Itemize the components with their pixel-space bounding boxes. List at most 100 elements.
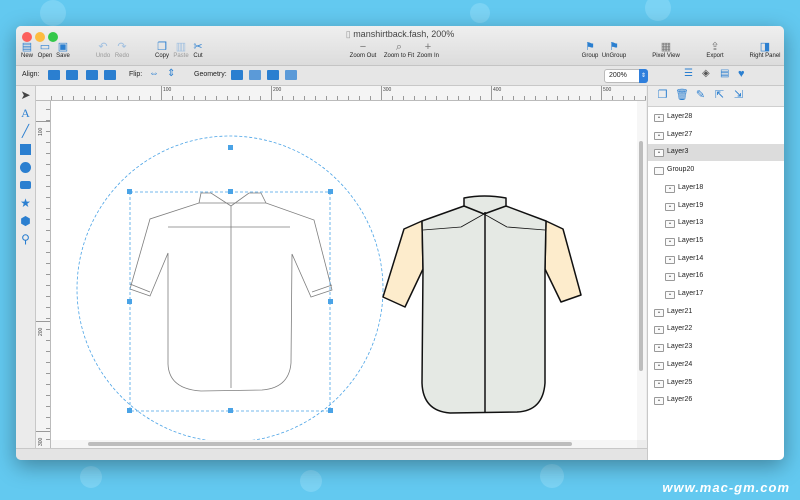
flip-horizontal-icon[interactable]: ⇔ xyxy=(149,68,161,79)
group-button[interactable]: ⚑ Group xyxy=(581,41,599,59)
flip-vertical-icon[interactable]: ⇕ xyxy=(167,68,179,79)
layer-row[interactable]: • Layer23 xyxy=(648,339,784,356)
new-button[interactable]: ▤ New xyxy=(20,41,34,59)
layer-row[interactable]: • Layer25 xyxy=(648,375,784,392)
scroll-thumb[interactable] xyxy=(639,141,643,371)
cut-button[interactable]: ✂ Cut xyxy=(191,41,205,59)
eye-visibility-icon[interactable]: • xyxy=(665,255,675,264)
eye-visibility-icon[interactable]: • xyxy=(665,184,675,193)
eye-visibility-icon[interactable]: • xyxy=(665,237,675,246)
pen-icon[interactable]: ✎ xyxy=(694,89,707,102)
layer-row[interactable]: • Layer14 xyxy=(648,251,784,268)
ruler-tick xyxy=(46,307,50,308)
eye-visibility-icon[interactable]: • xyxy=(665,273,675,282)
rectangle-tool-icon[interactable] xyxy=(19,143,32,156)
layer-row[interactable]: • Layer3 xyxy=(648,144,784,162)
eye-visibility-icon[interactable]: • xyxy=(654,344,664,353)
heart-icon[interactable]: ♥ xyxy=(738,68,750,80)
drawing-canvas[interactable] xyxy=(51,101,637,440)
eye-visibility-icon[interactable]: • xyxy=(654,379,664,388)
layers-icon[interactable]: ◈ xyxy=(702,68,714,79)
polygon-tool-icon[interactable]: ⬢ xyxy=(19,215,32,228)
eye-visibility-icon[interactable]: • xyxy=(665,220,675,229)
undo-button[interactable]: ↶ Undo xyxy=(94,41,112,59)
line-tool-icon[interactable]: ╱ xyxy=(19,125,32,138)
layer-row[interactable]: • Layer16 xyxy=(648,268,784,285)
layer-row[interactable]: • Layer28 xyxy=(648,109,784,126)
horizontal-scrollbar[interactable] xyxy=(51,440,637,448)
group-checkbox-icon[interactable] xyxy=(654,167,664,176)
export-icon: ⇪ xyxy=(710,41,720,53)
layer-row[interactable]: • Layer13 xyxy=(648,215,784,232)
layer-row[interactable]: Group20 xyxy=(648,162,784,179)
text-tool-icon[interactable]: A xyxy=(19,107,32,120)
layer-row[interactable]: • Layer27 xyxy=(648,127,784,144)
align-left-icon[interactable] xyxy=(48,70,60,80)
align-top-icon[interactable] xyxy=(86,70,98,80)
ruler-tick xyxy=(150,96,151,100)
layer-row[interactable]: • Layer21 xyxy=(648,304,784,321)
eye-visibility-icon[interactable]: • xyxy=(654,149,664,158)
selection-handles[interactable] xyxy=(127,145,333,440)
redo-button[interactable]: ↷ Redo xyxy=(113,41,131,59)
eye-visibility-icon[interactable]: • xyxy=(665,291,675,299)
layer-row[interactable]: • Layer24 xyxy=(648,357,784,374)
layer-row[interactable]: • Layer15 xyxy=(648,233,784,250)
duplicate-layer-icon[interactable]: ❐ xyxy=(656,89,669,102)
ruler-tick xyxy=(46,373,50,374)
align-center-icon[interactable] xyxy=(66,70,78,80)
export-button[interactable]: ⇪ Export xyxy=(704,41,726,59)
document-icon[interactable]: ▤ xyxy=(720,68,732,79)
star-tool-icon[interactable]: ★ xyxy=(19,197,32,210)
move-down-icon[interactable]: ⇲ xyxy=(732,89,745,102)
ellipse-tool-icon[interactable] xyxy=(19,161,32,174)
sliders-icon[interactable]: ☰ xyxy=(684,68,696,79)
paste-button[interactable]: ▥ Paste xyxy=(172,41,190,59)
rounded-rect-tool-icon[interactable] xyxy=(19,179,32,192)
eye-visibility-icon[interactable]: • xyxy=(654,397,664,406)
zoom-to-fit-button[interactable]: ⌕ Zoom to Fit xyxy=(380,41,418,59)
select-arrow-icon[interactable]: ➤ xyxy=(19,89,32,102)
watermark-text: www.mac-gm.com xyxy=(662,480,790,495)
eye-visibility-icon[interactable]: • xyxy=(654,326,664,335)
layer-row[interactable]: • Layer19 xyxy=(648,198,784,215)
zoom-in-button[interactable]: + Zoom In xyxy=(416,41,440,59)
chevron-updown-icon: ⇕ xyxy=(639,69,648,83)
layer-name: Layer22 xyxy=(667,325,693,333)
scroll-thumb[interactable] xyxy=(88,442,572,446)
intersect-icon[interactable] xyxy=(267,70,279,80)
eye-visibility-icon[interactable]: • xyxy=(654,308,664,317)
shirt-colored[interactable] xyxy=(382,195,582,414)
layer-row[interactable]: • Layer17 xyxy=(648,286,784,303)
zoom-select[interactable]: 200% ⇕ xyxy=(604,69,648,83)
open-button[interactable]: ▭ Open xyxy=(36,41,54,59)
paste-icon: ▥ xyxy=(175,41,187,53)
copy-button[interactable]: ❐ Copy xyxy=(153,41,171,59)
layer-row[interactable]: • Layer18 xyxy=(648,180,784,197)
shirt-outline[interactable] xyxy=(129,192,333,392)
align-right-icon[interactable] xyxy=(104,70,116,80)
ruler-label: 300 xyxy=(38,437,44,446)
ungroup-button[interactable]: ⚑ UnGroup xyxy=(601,41,627,59)
zoom-out-button[interactable]: − Zoom Out xyxy=(346,41,380,59)
subtract-icon[interactable] xyxy=(249,70,261,80)
layer-row[interactable]: • Layer26 xyxy=(648,392,784,409)
zoom-tool-icon[interactable]: ⚲ xyxy=(19,233,32,246)
eye-visibility-icon[interactable]: • xyxy=(654,114,664,122)
redo-label: Redo xyxy=(114,53,130,59)
eye-visibility-icon[interactable]: • xyxy=(665,202,675,211)
pixel-view-button[interactable]: ▦ Pixel View xyxy=(650,41,682,59)
eye-visibility-icon[interactable]: • xyxy=(654,131,664,140)
layer-row[interactable]: • Layer22 xyxy=(648,321,784,338)
vertical-scrollbar[interactable] xyxy=(637,101,646,440)
exclude-icon[interactable] xyxy=(285,70,297,80)
cut-label: Cut xyxy=(193,53,203,59)
union-icon[interactable] xyxy=(231,70,243,80)
save-button[interactable]: ▣ Save xyxy=(54,41,72,59)
right-panel-button[interactable]: ◨ Right Panel xyxy=(748,41,782,59)
move-up-icon[interactable]: ⇱ xyxy=(713,89,726,102)
ruler-tick xyxy=(436,96,437,100)
eye-visibility-icon[interactable]: • xyxy=(654,361,664,370)
trash-icon[interactable]: 🗑 xyxy=(675,89,689,102)
layers-panel: ❐ 🗑 ✎ ⇱ ⇲ • Layer28 • Layer27 • Layer3 Group20… xyxy=(647,86,784,460)
